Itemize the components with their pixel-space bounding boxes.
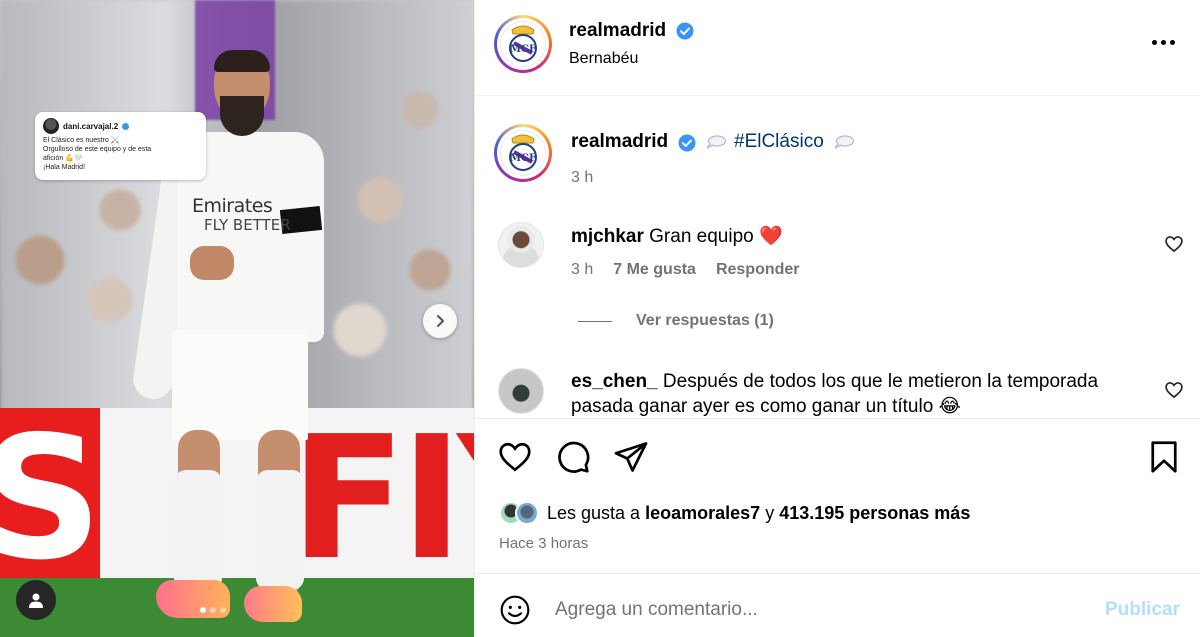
comment-avatar[interactable] [498,368,544,414]
shirt-sponsor-sub: FLY BETTER [204,216,291,234]
story-card-line: ¡Hala Madrid! [43,164,86,171]
player-hand [190,246,234,280]
comment-text: mjchkar Gran equipo ❤️ [571,224,783,249]
share-icon[interactable] [613,439,649,475]
avatar-inner: MCF [497,127,549,179]
caption-avatar[interactable]: MCF [494,124,552,182]
crest-graphic: MCF [509,134,537,171]
more-options-button[interactable] [1147,28,1179,56]
heart-icon[interactable] [497,439,533,475]
story-card-body: El Clásico es nuestro ⚔️ Orgulloso de es… [43,136,200,172]
real-madrid-crest-icon: MCF [500,130,546,176]
real-madrid-crest-icon: MCF [500,21,546,67]
story-card-avatar [43,118,59,134]
player-shorts [172,330,308,440]
caption-username[interactable]: realmadrid [571,131,668,153]
publish-button[interactable]: Publicar [1105,599,1180,621]
post-side-panel: MCF realmadrid Bernabéu MCF realmadrid #… [474,0,1200,637]
heart-icon[interactable] [1164,380,1184,400]
likes-summary[interactable]: Les gusta a leoamorales7 y 413.195 perso… [499,501,970,525]
comments-section[interactable]: MCF realmadrid #ElClásico 3 h mjchkar Gr… [475,97,1200,418]
more-icon [1169,39,1175,45]
player-sock-right [256,470,304,590]
player-boot-right [244,586,302,622]
post-photo[interactable]: S FIY Emirates FLY BETTER dani.carvajal.… [0,0,474,637]
svg-text:MCF: MCF [510,44,536,55]
bookmark-icon[interactable] [1146,439,1182,475]
likes-others[interactable]: 413.195 personas más [779,503,970,524]
comment-username[interactable]: mjchkar [571,226,644,247]
story-card-line: Orgulloso de este equipo y de esta [43,146,152,153]
reply-button[interactable]: Responder [716,261,800,279]
next-photo-button[interactable] [423,304,457,338]
liker-avatar [515,501,539,525]
verified-icon [678,134,696,152]
player-beard [220,96,264,136]
story-card-username: dani.carvajal.2 [63,121,119,131]
comment-text: es_chen_ Después de todos los que le met… [571,369,1131,418]
story-card: dani.carvajal.2 El Clásico es nuestro ⚔️… [35,112,206,180]
carousel-dot [220,607,226,613]
heart-icon[interactable] [1164,234,1184,254]
likes-connector: y [765,502,775,523]
likes-prefix: Les gusta a [547,502,641,523]
add-comment-bar: Publicar [475,573,1200,637]
shirt-sponsor: Emirates [192,195,273,217]
verified-icon [676,22,694,40]
comment-time[interactable]: 3 h [571,261,593,279]
view-replies-label: Ver respuestas (1) [636,312,774,329]
comment-body: Gran equipo ❤️ [649,226,783,247]
avatar-inner: MCF [497,18,549,70]
tagged-users-button[interactable] [16,580,56,620]
post-author-username[interactable]: realmadrid [569,20,666,42]
comment-likes[interactable]: 7 Me gusta [613,261,696,279]
emoji-icon[interactable] [499,594,531,626]
story-card-header: dani.carvajal.2 [43,118,200,134]
post-location[interactable]: Bernabéu [569,50,638,68]
speech-bubble-icon [706,135,726,149]
comment-input[interactable] [555,592,1095,628]
likes-user[interactable]: leoamorales7 [645,503,760,524]
comment-icon[interactable] [555,439,591,475]
more-icon [1151,39,1157,45]
user-tag-icon [29,593,43,608]
post-actions: Les gusta a leoamorales7 y 413.195 perso… [475,418,1200,573]
carousel-dots [200,607,226,613]
post-time-ago[interactable]: Hace 3 horas [499,535,588,552]
carousel-dot [200,607,206,613]
carousel-dot [210,607,216,613]
crest-graphic: MCF [509,25,537,62]
caption-hashtag[interactable]: #ElClásico [734,131,824,153]
comment-meta: 3 h 7 Me gusta Responder [571,261,800,279]
caption-time[interactable]: 3 h [571,169,593,187]
more-icon [1160,39,1166,45]
chevron-right-icon [437,315,444,327]
comment-avatar[interactable] [498,222,544,268]
story-card-line: afición 💪🤍 [43,155,83,162]
player-hair [214,50,270,72]
post-header: MCF realmadrid Bernabéu [475,0,1200,96]
speech-bubble-icon [834,135,854,149]
profile-avatar[interactable]: MCF [494,15,552,73]
comment-username[interactable]: es_chen_ [571,371,658,392]
view-replies-button[interactable]: Ver respuestas (1) [578,312,774,330]
replies-divider [578,320,612,322]
player-sock-left [174,470,222,590]
svg-text:MCF: MCF [510,153,536,164]
verified-icon [122,122,130,130]
story-card-line: El Clásico es nuestro ⚔️ [43,137,120,144]
ad-board-letter: S [0,400,102,598]
